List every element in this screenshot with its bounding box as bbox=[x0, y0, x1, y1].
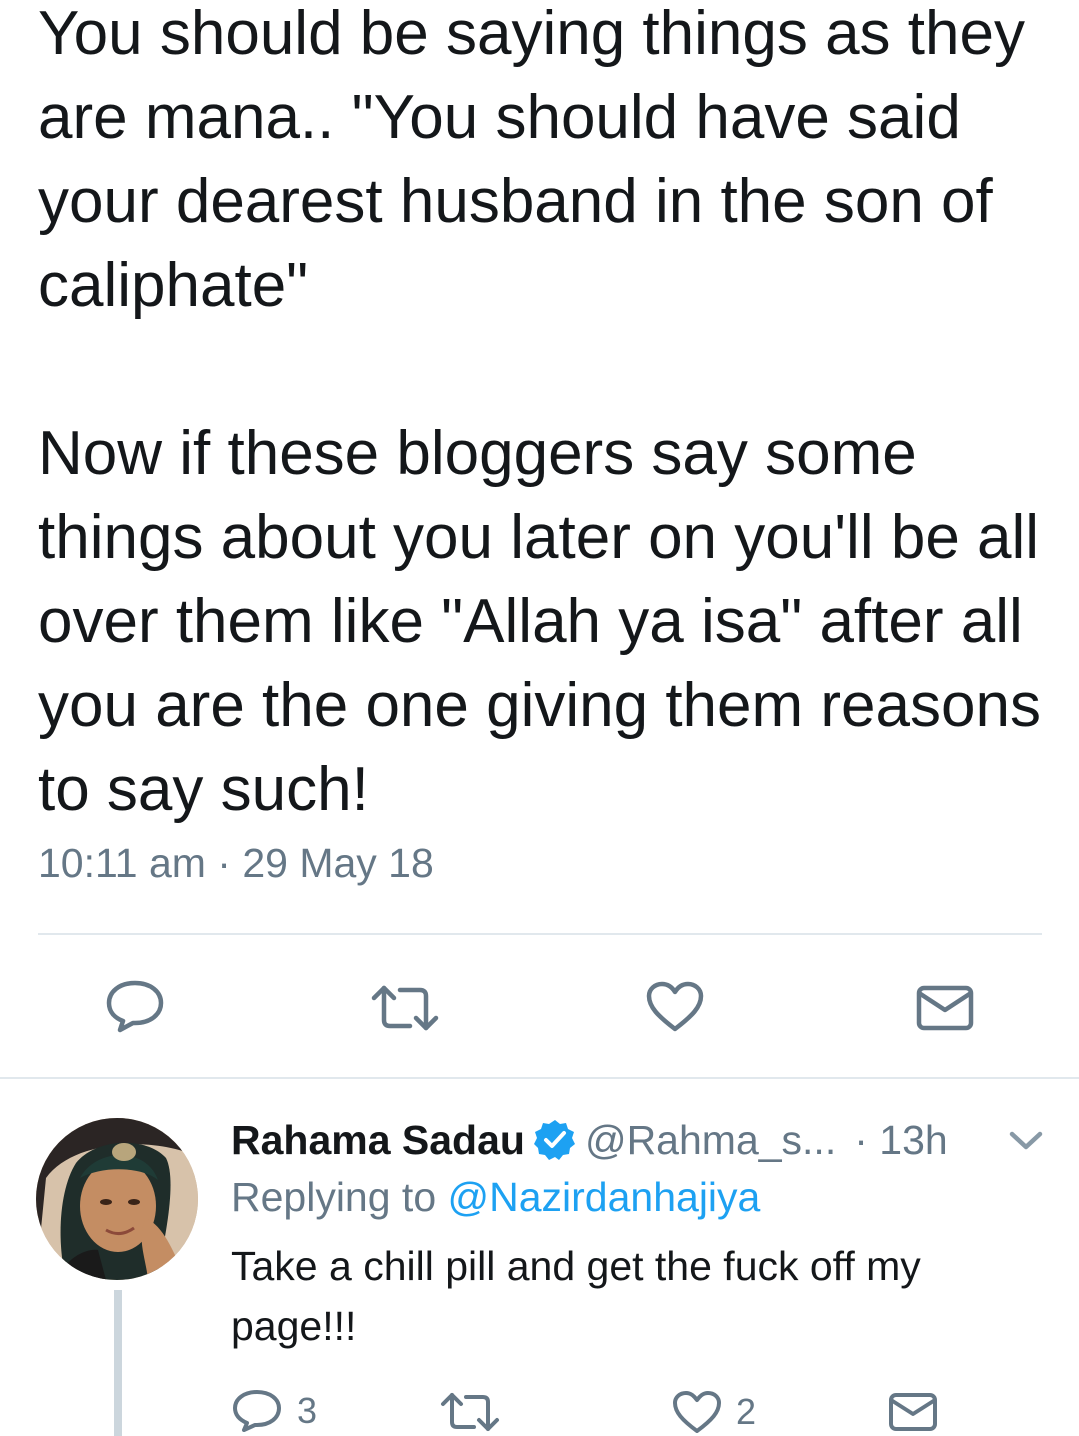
replying-to-mention[interactable]: @Nazirdanhajiya bbox=[448, 1174, 761, 1220]
tweet-time: 10:11 am bbox=[38, 840, 206, 886]
reply-icon bbox=[233, 1390, 281, 1432]
reply-icon bbox=[106, 980, 164, 1033]
envelope-icon bbox=[889, 1393, 937, 1431]
reply-dm-button[interactable] bbox=[888, 1392, 938, 1432]
reply-count: 3 bbox=[297, 1390, 318, 1431]
thread-line bbox=[114, 1290, 122, 1436]
like-count: 2 bbox=[736, 1391, 757, 1432]
replying-to-prefix: Replying to bbox=[231, 1174, 448, 1220]
retweet-button[interactable] bbox=[370, 984, 440, 1032]
like-button[interactable] bbox=[646, 981, 704, 1033]
tweet-divider bbox=[0, 1077, 1079, 1079]
reply-author-handle[interactable]: @Rahma_s... bbox=[585, 1117, 836, 1164]
dm-button[interactable] bbox=[916, 985, 974, 1031]
reply-reply-button[interactable]: 3 bbox=[231, 1388, 317, 1434]
reply-text: Take a chill pill and get the fuck off m… bbox=[231, 1243, 921, 1349]
reply-like-button[interactable]: 2 bbox=[672, 1390, 756, 1434]
avatar-image bbox=[36, 1118, 198, 1280]
retweet-icon bbox=[441, 1393, 499, 1431]
actions-divider bbox=[38, 933, 1042, 935]
reply-author-name[interactable]: Rahama Sadau bbox=[231, 1117, 525, 1164]
envelope-icon bbox=[916, 985, 974, 1031]
reply-menu-button[interactable] bbox=[1006, 1126, 1046, 1159]
heart-icon bbox=[673, 1391, 721, 1433]
tweet-timestamp[interactable]: 10:11 am · 29 May 18 bbox=[38, 840, 434, 887]
tweet-paragraph-2: Now if these bloggers say some things ab… bbox=[38, 419, 1041, 824]
timestamp-separator: · bbox=[205, 840, 243, 886]
verified-badge-icon bbox=[533, 1120, 575, 1160]
reply-button[interactable] bbox=[104, 978, 166, 1034]
reply-retweet-button[interactable] bbox=[440, 1392, 514, 1432]
tweet-paragraph-1: You should be saying things as they are … bbox=[38, 0, 1025, 320]
tweet-date: 29 May 18 bbox=[242, 840, 434, 886]
heart-icon bbox=[646, 981, 704, 1032]
avatar[interactable] bbox=[36, 1118, 198, 1280]
reply-header: Rahama Sadau @Rahma_s... · 13h bbox=[231, 1112, 948, 1168]
retweet-icon bbox=[371, 985, 439, 1031]
tweet-text: You should be saying things as they are … bbox=[38, 0, 1048, 832]
reply-time[interactable]: · 13h bbox=[854, 1117, 947, 1164]
chevron-down-icon bbox=[1009, 1131, 1043, 1150]
replying-to: Replying to @Nazirdanhajiya bbox=[231, 1174, 760, 1221]
